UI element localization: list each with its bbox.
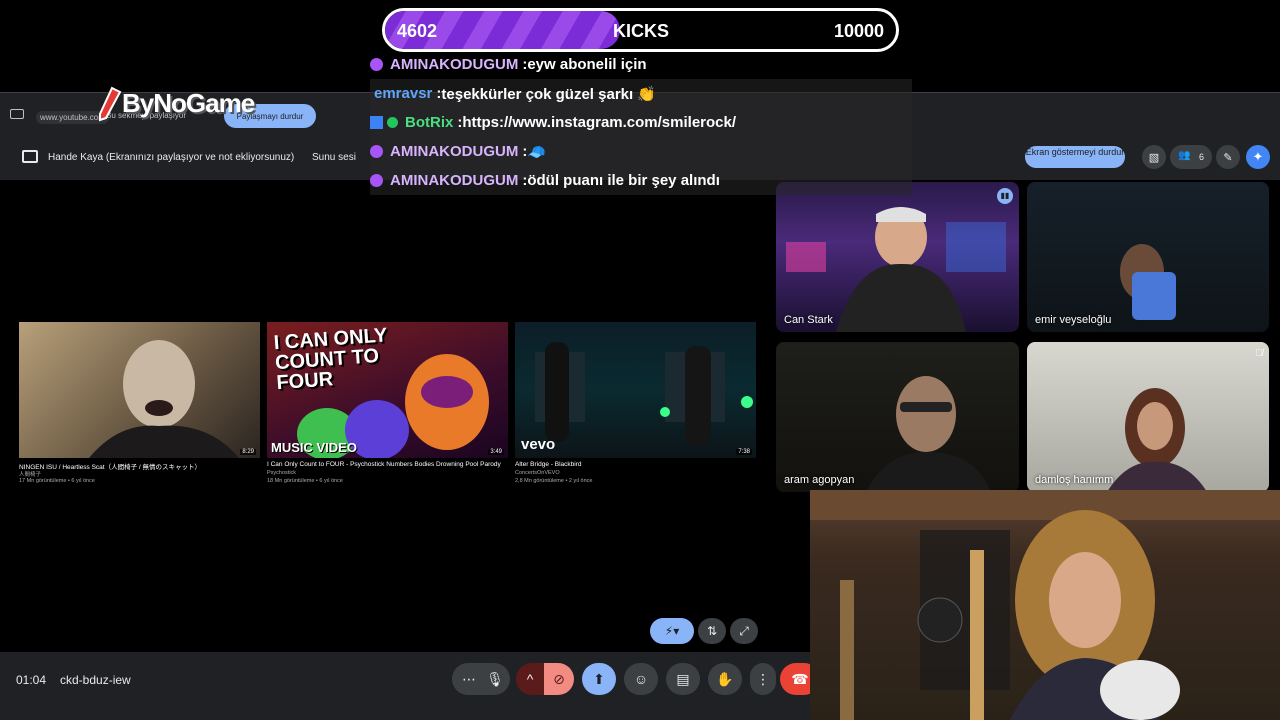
- verified-badge-icon: [387, 117, 398, 128]
- thumbnail-overlay-text: I CAN ONLY COUNT TO FOUR: [273, 324, 388, 395]
- video-meta-2: 18 Mn görüntüleme • 6 yıl önce: [267, 478, 343, 484]
- swap-icon[interactable]: ⇅: [698, 618, 726, 644]
- raise-hand-icon[interactable]: ✋: [708, 663, 742, 695]
- people-icon: 👥: [1178, 150, 1191, 161]
- participant-tile-4[interactable]: 🎙̸ damloş hanımm: [1027, 342, 1269, 492]
- meeting-time: 01:04: [16, 673, 47, 687]
- gemini-sparkle-icon[interactable]: ✦: [1246, 145, 1270, 169]
- video-duration: 8:29: [240, 449, 256, 455]
- chat-text: eyw abonelil için: [527, 56, 647, 73]
- kicks-label: KICKS: [613, 21, 670, 41]
- kicks-goal-bar: 4602 KICKS 10000: [382, 8, 899, 52]
- kicks-current: 4602: [397, 21, 438, 41]
- participant-name: emir veyseloğlu: [1035, 314, 1112, 326]
- presenting-status: Hande Kaya (Ekranınızı paylaşıyor ve not…: [48, 152, 295, 163]
- participant-name: damloş hanımm: [1035, 474, 1114, 486]
- chat-text: teşekkürler çok güzel şarkı 👏: [441, 85, 657, 103]
- vevo-logo: vevo: [521, 436, 556, 453]
- chat-message-5: AMINAKODUGUM : ödül puanı ile bir şey al…: [370, 166, 912, 195]
- screen-controls: ⚡▾ ⇅ ⤢: [650, 618, 760, 646]
- participant-tile-1[interactable]: ▮▮ Can Stark: [776, 182, 1019, 332]
- meeting-code: ckd-bduz-iew: [60, 673, 131, 687]
- hide-tile-icon[interactable]: ▧: [1142, 145, 1166, 169]
- chat-message-3: BotRix : https://www.instagram.com/smile…: [370, 108, 912, 137]
- bot-badge-icon: [370, 116, 383, 129]
- video-thumbnail-2[interactable]: I CAN ONLY COUNT TO FOUR MUSIC VIDEO 3:4…: [267, 322, 508, 458]
- participant-tile-3[interactable]: aram agopyan: [776, 342, 1019, 492]
- chat-message-1: AMINAKODUGUM : eyw abonelil için: [370, 50, 647, 79]
- streamer-video: [810, 490, 1280, 720]
- chat-text: 🧢: [527, 143, 547, 161]
- video-title-3[interactable]: Alter Bridge - Blackbird: [515, 461, 581, 468]
- logo-text: ByNoGame: [122, 88, 255, 118]
- video-meta-3: 2,8 Mn görüntüleme • 2 yıl önce: [515, 478, 593, 484]
- chat-badge-icon: [370, 174, 383, 187]
- kicks-goal: 10000: [833, 21, 884, 41]
- chat-username: AMINAKODUGUM: [390, 56, 519, 73]
- participant-video: [866, 376, 991, 492]
- video-channel-2[interactable]: Psychostick: [267, 470, 296, 476]
- video-duration: 3:49: [488, 449, 504, 455]
- participant-video: [786, 207, 1006, 332]
- people-count: 6: [1198, 152, 1204, 162]
- participant-name: Can Stark: [784, 314, 833, 326]
- streamer-webcam: [810, 490, 1280, 720]
- video-thumbnail-1[interactable]: 8:29: [19, 322, 260, 458]
- presenting-icon: [22, 150, 38, 163]
- audio-level-icon: ▮▮: [997, 188, 1013, 204]
- participant-video: [1107, 388, 1207, 492]
- pen-logo-icon: [99, 86, 122, 122]
- camera-options-chevron-icon[interactable]: ^: [516, 663, 544, 695]
- chat-text: https://www.instagram.com/smilerock/: [462, 114, 737, 131]
- chat-username: BotRix: [405, 114, 454, 131]
- thumbnail-overlay-subtext: MUSIC VIDEO: [271, 440, 357, 455]
- bynogame-logo: ByNoGame: [94, 86, 284, 122]
- bald-man-thumbnail: [89, 340, 239, 458]
- fullscreen-icon[interactable]: ⤢: [730, 618, 758, 644]
- pin-options-icon[interactable]: ⚡▾: [650, 618, 694, 644]
- captions-icon[interactable]: ▤: [666, 663, 700, 695]
- video-title-2[interactable]: I Can Only Count to FOUR - Psychostick N…: [267, 461, 501, 468]
- video-channel-3[interactable]: ConcertsOnVEVO: [515, 470, 560, 476]
- tab-share-icon: [10, 109, 24, 119]
- chat-username: AMINAKODUGUM: [390, 143, 519, 160]
- video-thumbnail-3[interactable]: vevo 7:38: [515, 322, 756, 458]
- video-duration: 7:38: [736, 449, 752, 455]
- stop-showing-screen-button[interactable]: Ekran göstermeyi durdur: [1025, 146, 1125, 168]
- participant-tile-2[interactable]: emir veyseloğlu: [1027, 182, 1269, 332]
- chat-badge-icon: [370, 58, 383, 71]
- chat-username: AMINAKODUGUM: [390, 172, 519, 189]
- chat-badge-icon: [370, 145, 383, 158]
- muted-mic-icon: 🎙̸: [1255, 348, 1264, 359]
- video-channel-1[interactable]: 人間椅子: [19, 470, 41, 478]
- presentation-sound-label[interactable]: Sunu sesi: [312, 152, 356, 163]
- participant-name: aram agopyan: [784, 474, 855, 486]
- emoji-reaction-icon[interactable]: ☺: [624, 663, 658, 695]
- annotate-pen-icon[interactable]: ✎: [1216, 145, 1240, 169]
- chat-text: ödül puanı ile bir şey alındı: [527, 172, 720, 189]
- video-meta-1: 17 Mn görüntüleme • 6 yıl önce: [19, 478, 95, 484]
- participant-video: [1120, 244, 1176, 320]
- chat-username: emravsr: [374, 85, 433, 102]
- present-screen-icon[interactable]: ⬆: [582, 663, 616, 695]
- chat-message-2: emravsr : teşekkürler çok güzel şarkı 👏: [370, 79, 912, 108]
- chat-message-4: AMINAKODUGUM : 🧢: [370, 137, 912, 166]
- more-options-icon[interactable]: ⋮: [750, 663, 776, 695]
- video-title-1[interactable]: NINGEN ISU / Heartless Scat（人間椅子 / 無情のスキ…: [19, 461, 201, 471]
- participants-button[interactable]: 👥 6: [1170, 145, 1212, 169]
